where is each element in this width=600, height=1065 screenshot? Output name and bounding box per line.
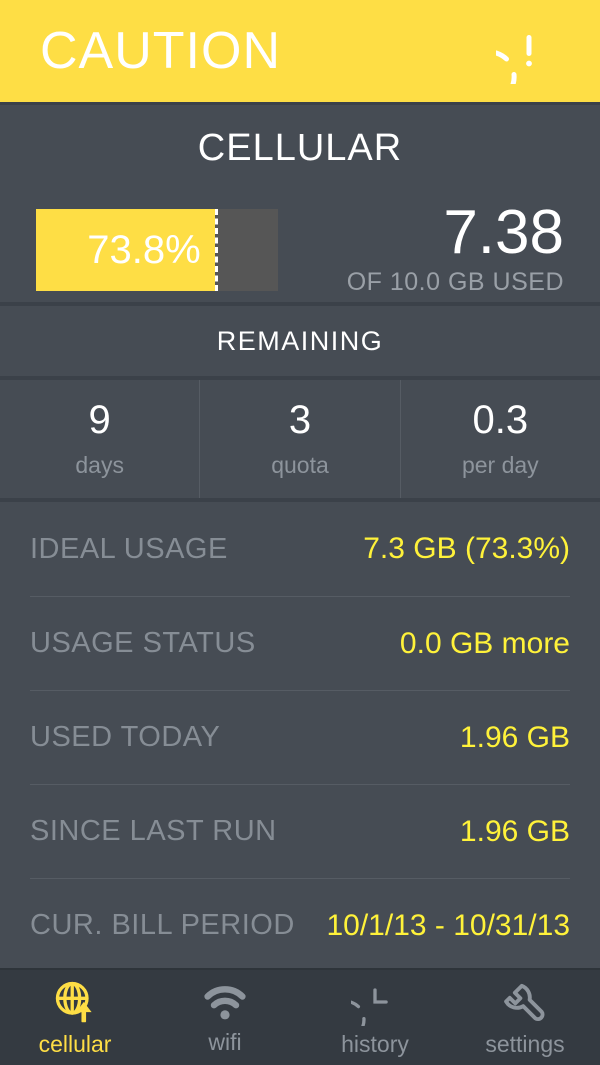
stat-value: 9 [88,397,111,442]
table-row: SINCE LAST RUN 1.96 GB [30,784,570,878]
caution-banner: CAUTION [0,0,600,105]
usage-figures: 7.38 OF 10.0 GB USED [278,198,574,297]
row-value: 0.0 GB more [399,626,570,660]
stat-label: per day [461,451,539,478]
table-row: CUR. BILL PERIOD 10/1/13 - 10/31/13 [30,878,570,972]
table-row: USAGE STATUS 0.0 GB more [30,596,570,690]
progress-percent-label: 73.8% [87,227,201,272]
table-row: USED TODAY 1.96 GB [30,690,570,784]
usage-summary-row: 73.8% 7.38 OF 10.0 GB USED [0,198,600,302]
stat-label: days [75,451,124,478]
stat-value: 0.3 [472,397,529,442]
row-label: USAGE STATUS [30,627,256,659]
usage-amount: 7.38 [443,198,564,268]
row-value: 7.3 GB (73.3%) [363,532,570,565]
app-root: CAUTION CELLULAR 73.8% 7.38 OF 10.0 GB U… [0,0,600,1065]
row-value: 1.96 GB [459,720,570,754]
remaining-stats-row: 9 days 3 quota 0.3 per day [0,380,600,498]
tab-label: history [341,1030,409,1057]
stat-label: quota [271,451,329,478]
usage-progress-bar: 73.8% [36,209,278,291]
row-label: CUR. BILL PERIOD [30,909,295,941]
stat-cell: 3 quota [199,380,401,498]
row-label: SINCE LAST RUN [30,815,277,847]
row-value: 1.96 GB [459,814,570,848]
tab-bar: cellular wifi history settings [0,968,600,1065]
tab-label: wifi [208,1028,242,1055]
clock-icon [351,978,399,1026]
stat-cell: 9 days [0,380,199,498]
table-row: IDEAL USAGE 7.3 GB (73.3%) [30,502,570,596]
tab-label: settings [485,1030,565,1057]
tab-settings[interactable]: settings [450,970,600,1065]
tab-cellular[interactable]: cellular [0,970,150,1065]
detail-rows: IDEAL USAGE 7.3 GB (73.3%) USAGE STATUS … [0,502,600,972]
tab-wifi[interactable]: wifi [150,970,300,1065]
wifi-icon [201,980,249,1024]
stat-value: 3 [288,397,312,442]
cellular-section: CELLULAR 73.8% 7.38 OF 10.0 GB USED [0,105,600,302]
remaining-header: REMAINING [216,325,384,356]
tab-history[interactable]: history [300,970,450,1065]
wrench-icon [501,978,549,1026]
row-label: USED TODAY [30,721,221,753]
row-label: IDEAL USAGE [30,532,228,565]
row-value: 10/1/13 - 10/31/13 [326,908,570,942]
usage-caption: OF 10.0 GB USED [346,267,564,296]
globe-upload-icon [51,978,99,1026]
tab-label: cellular [38,1030,112,1057]
caution-title: CAUTION [40,22,281,80]
stat-cell: 0.3 per day [401,380,600,498]
cellular-title: CELLULAR [197,127,403,169]
exclamation-circle-icon [461,18,562,105]
